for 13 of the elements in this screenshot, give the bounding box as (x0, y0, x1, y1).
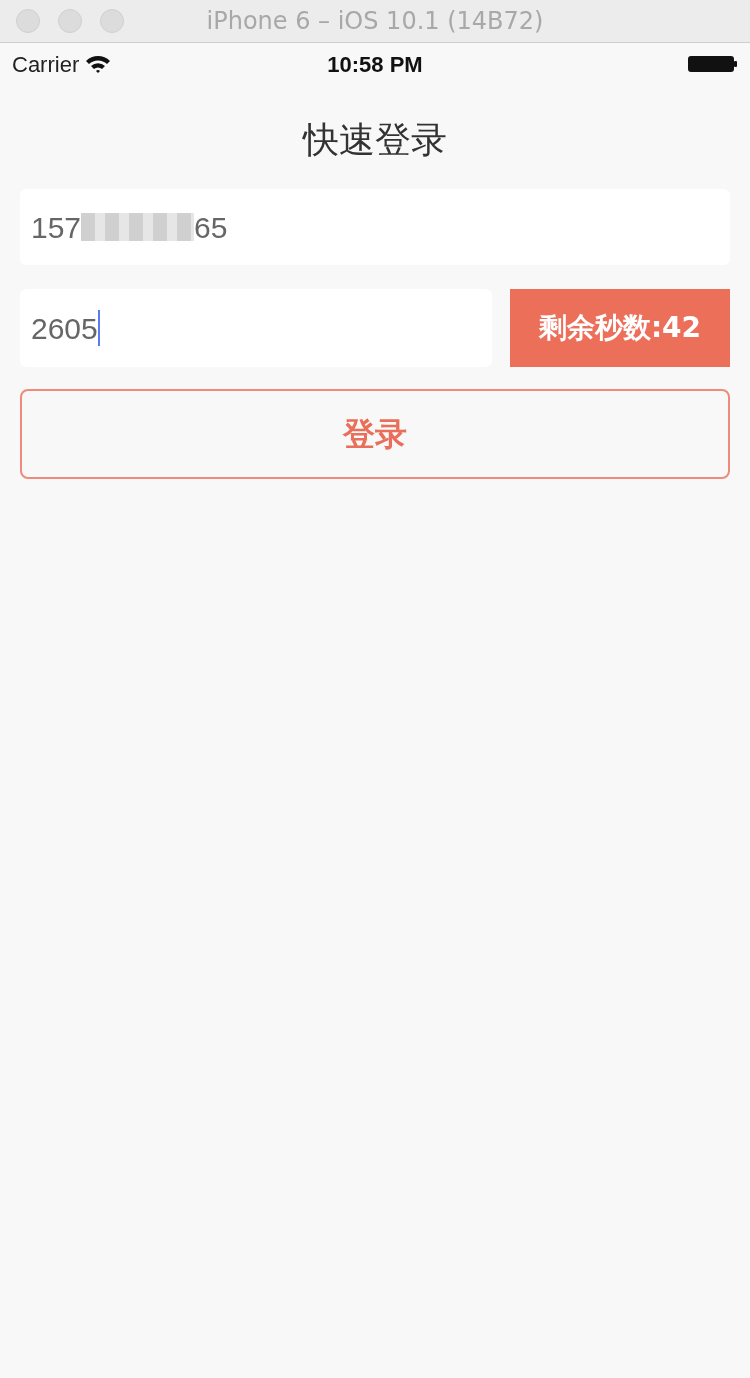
window-title: iPhone 6 – iOS 10.1 (14B72) (206, 6, 544, 37)
code-field[interactable]: 2605 (20, 289, 492, 367)
text-cursor (97, 310, 100, 346)
window-control-icon[interactable] (58, 9, 82, 33)
countdown-button[interactable]: 剩余秒数:42 (510, 289, 730, 367)
window-control-icon[interactable] (100, 9, 124, 33)
page-title: 快速登录 (303, 118, 447, 162)
carrier-label: Carrier (12, 50, 80, 79)
phone-field[interactable]: 157 65 (20, 189, 730, 265)
battery-icon (688, 55, 738, 73)
status-time: 10:58 PM (327, 50, 423, 79)
wifi-icon (85, 54, 112, 74)
window-control-icon[interactable] (16, 9, 40, 33)
